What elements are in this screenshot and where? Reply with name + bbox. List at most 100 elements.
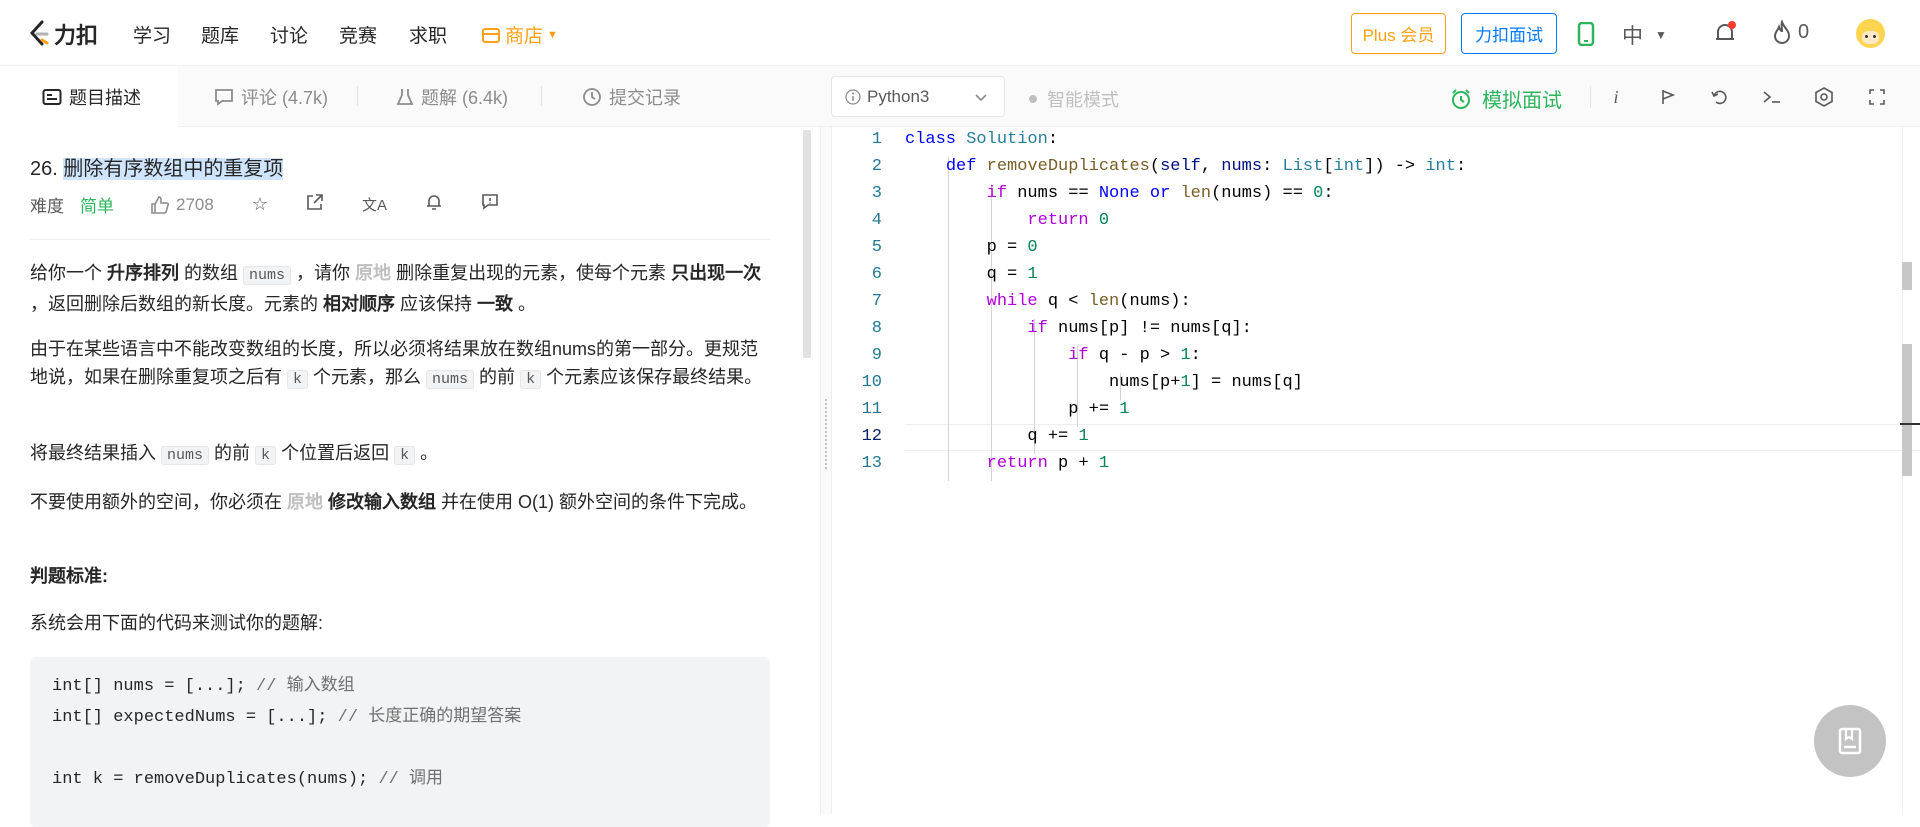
inline-code: nums: [161, 446, 210, 465]
code-editor[interactable]: 1 2 3 4 5 6 7 8 9 10 11 12 13 class Solu…: [832, 127, 1920, 814]
editor-scroll-marker: [1902, 262, 1912, 290]
problem-meta: 难度 简单 2708 ☆ 文A: [30, 192, 499, 217]
code-line: class Solution:: [905, 130, 1059, 149]
logo-icon: [29, 20, 49, 46]
language-select[interactable]: Python3: [831, 76, 1005, 117]
nav-jobs[interactable]: 求职: [409, 21, 447, 48]
smart-mode-toggle[interactable]: 智能模式: [1029, 86, 1119, 112]
plus-member-button[interactable]: Plus 会员: [1351, 13, 1446, 54]
bookmark-note-icon: [1838, 727, 1862, 755]
text: 。: [415, 443, 439, 463]
text: 的数组: [179, 263, 244, 283]
leetcode-logo[interactable]: 力扣: [28, 18, 98, 50]
inline-code: k: [287, 370, 309, 389]
tab-separator: [541, 86, 542, 106]
link-text[interactable]: 原地: [287, 492, 323, 512]
brand-name: 力扣: [54, 23, 99, 48]
tab-submissions[interactable]: 提交记录: [582, 66, 681, 127]
desc-paragraph-3: 将最终结果插入 nums 的前 k 个位置后返回 k 。: [30, 439, 770, 470]
interview-button[interactable]: 力扣面试: [1461, 13, 1557, 54]
streak[interactable]: 0: [1772, 20, 1809, 44]
difficulty-badge: 简单: [80, 197, 114, 216]
problem-number: 26.: [30, 158, 64, 180]
line-number: 1: [871, 130, 882, 149]
difficulty-label: 难度: [30, 197, 64, 216]
tab-comments-label: 评论 (4.7k): [241, 87, 329, 108]
description-icon: [42, 88, 62, 105]
phone-icon[interactable]: [1577, 22, 1595, 46]
code-line: return p + 1: [986, 454, 1110, 473]
tab-comments[interactable]: 评论 (4.7k): [214, 66, 328, 127]
bold-text: 升序排列: [107, 263, 180, 283]
info-italic-icon[interactable]: i: [1603, 84, 1629, 110]
like-button[interactable]: 2708: [150, 195, 214, 215]
alarm-clock-icon: [1452, 88, 1470, 109]
tab-solutions[interactable]: 题解 (6.4k): [396, 66, 508, 127]
notes-floating-button[interactable]: [1814, 705, 1886, 777]
tab-description[interactable]: 题目描述: [0, 66, 178, 127]
nav-discuss[interactable]: 讨论: [270, 21, 308, 48]
tab-solutions-label: 题解 (6.4k): [421, 87, 509, 108]
text: 的前: [209, 443, 256, 463]
snippet-line: int[] nums = [...]; // 输入数组: [52, 671, 748, 702]
code-snippet: int[] nums = [...]; // 输入数组 int[] expecte…: [30, 657, 770, 827]
text: 个位置后返回: [276, 443, 395, 463]
caret-down-icon: ▼: [547, 28, 558, 41]
nav-problems[interactable]: 题库: [201, 21, 239, 48]
toolbar-divider: [1590, 86, 1591, 108]
line-number: 9: [871, 346, 882, 365]
bold-text: 修改输入数组: [328, 492, 437, 512]
panel-resizer[interactable]: [820, 127, 832, 814]
inline-code: nums: [243, 266, 292, 285]
text: 将最终结果插入: [30, 443, 162, 463]
thumbs-up-icon: [151, 195, 169, 214]
code-line: if nums[p] != nums[q]:: [1027, 319, 1252, 338]
text: ，返回删除后数组的新长度。元素的: [30, 294, 323, 314]
snippet-code: int k = removeDuplicates(nums);: [52, 770, 379, 789]
flask-icon: [396, 88, 414, 105]
text: 删除重复出现的元素，使每个元素: [391, 263, 672, 283]
nav-shop-label: 商店: [505, 26, 544, 47]
line-number: 4: [871, 211, 882, 230]
run-icon[interactable]: [1655, 84, 1681, 110]
avatar[interactable]: [1856, 19, 1885, 48]
code-line: nums[p+1] = nums[q]: [905, 373, 1303, 392]
bell-icon[interactable]: [1712, 20, 1738, 46]
code-line: if nums == None or len(nums) == 0:: [986, 184, 1334, 203]
snippet-code: int[] nums = [...];: [52, 677, 257, 696]
line-number: 2: [871, 157, 882, 176]
star-icon[interactable]: ☆: [252, 194, 268, 215]
description-scrollbar[interactable]: [803, 130, 811, 358]
feedback-icon[interactable]: [481, 193, 499, 216]
snippet-line: int k = removeDuplicates(nums); // 调用: [52, 764, 748, 795]
line-number: 8: [871, 319, 882, 338]
cursor-line-marker: [1900, 423, 1920, 425]
smart-mode-label: 智能模式: [1047, 90, 1119, 110]
nav-shop[interactable]: 商店 ▼: [481, 21, 558, 48]
nav-contest[interactable]: 竞赛: [339, 21, 377, 48]
link-text[interactable]: 原地: [355, 263, 391, 283]
reset-icon[interactable]: [1707, 84, 1733, 110]
line-number: 13: [861, 454, 882, 473]
console-icon[interactable]: [1759, 84, 1785, 110]
text: 个元素应该保存最终结果。: [541, 367, 763, 387]
line-number: 6: [871, 265, 882, 284]
code-line: p += 1: [905, 400, 1130, 419]
mock-interview-button[interactable]: 模拟面试: [1450, 84, 1562, 113]
language-switch[interactable]: 中 ▼: [1622, 20, 1667, 50]
fullscreen-icon[interactable]: [1864, 84, 1890, 110]
settings-icon[interactable]: [1811, 84, 1837, 110]
translate-icon[interactable]: 文A: [362, 194, 387, 215]
share-icon[interactable]: [306, 193, 324, 216]
code-line: p = 0: [905, 238, 1038, 257]
problem-title-text: 删除有序数组中的重复项: [63, 158, 284, 180]
top-navbar: 力扣 学习 题库 讨论 竞赛 求职 商店 ▼ Plus 会员 力扣面试 中 ▼ …: [0, 0, 1920, 66]
desc-paragraph-2: 由于在某些语言中不能改变数组的长度，所以必须将结果放在数组nums的第一部分。更…: [30, 335, 770, 394]
problem-title: 26. 删除有序数组中的重复项: [30, 152, 284, 181]
text: ，请你: [291, 263, 356, 283]
editor-scroll-thumb[interactable]: [1902, 344, 1912, 476]
judge-title: 判题标准:: [30, 566, 108, 586]
notification-bell-icon[interactable]: [425, 193, 443, 216]
nav-learn[interactable]: 学习: [133, 21, 171, 48]
divider: [30, 239, 770, 240]
